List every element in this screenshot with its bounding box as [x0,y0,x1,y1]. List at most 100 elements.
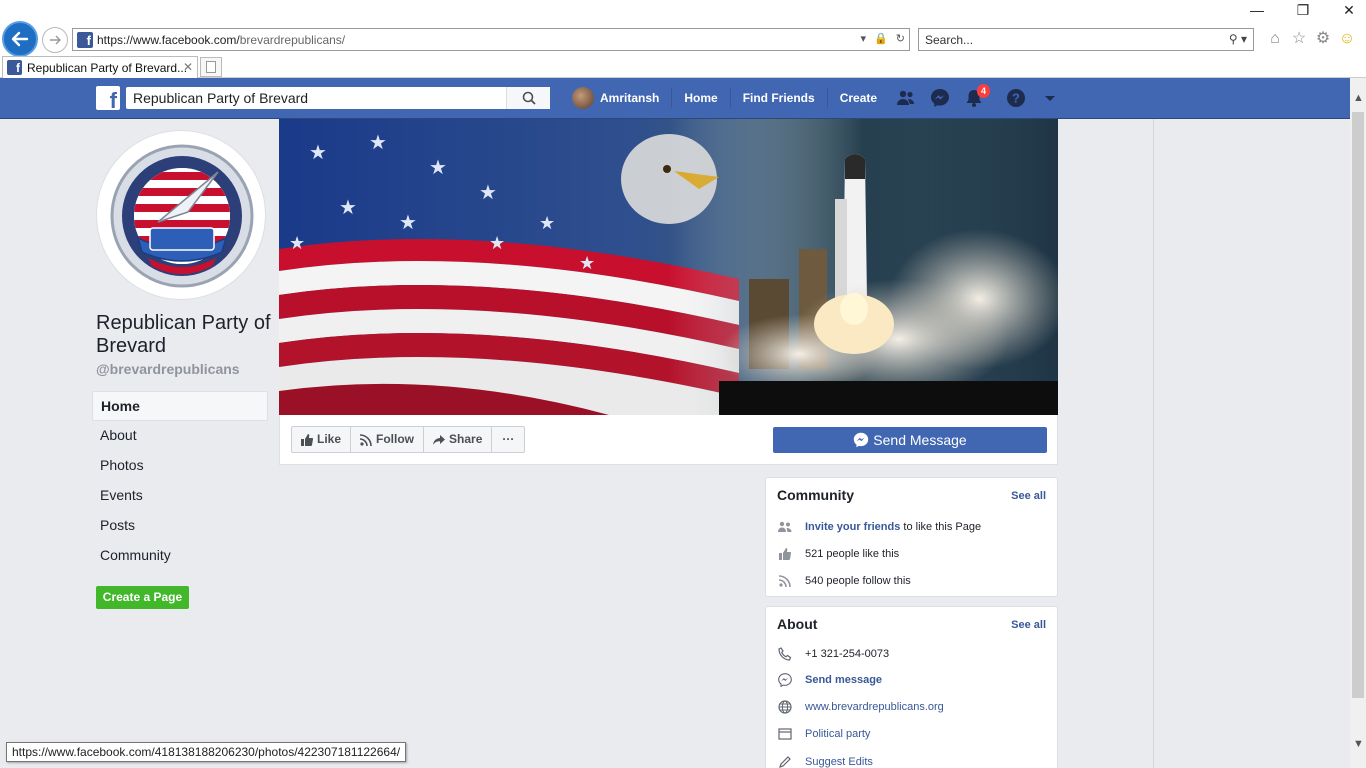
community-likes-row: 521 people like this [777,545,899,563]
arrow-right-icon [50,35,61,45]
category-link[interactable]: Political party [805,728,870,740]
notification-badge: 4 [977,84,991,98]
friends-icon [897,90,915,105]
search-placeholder: Search... [925,33,974,47]
nav-find-friends[interactable]: Find Friends [731,88,828,108]
rss-icon [777,573,793,589]
close-icon[interactable]: ✕ [1338,2,1360,19]
refresh-icon[interactable]: ↻ [896,32,905,45]
scroll-thumb[interactable] [1352,112,1364,698]
right-rail [1153,119,1350,768]
suggest-edits-link[interactable]: Suggest Edits [805,756,873,768]
facebook-logo-icon[interactable]: f [96,86,120,112]
left-nav-photos[interactable]: Photos [92,451,268,481]
about-card: About See all +1 321-254-0073 Send messa… [765,606,1058,768]
community-card: Community See all Invite your friends to… [765,477,1058,597]
more-options-button[interactable]: ··· [492,427,524,452]
messenger-icon [931,89,950,107]
page-title[interactable]: Republican Party of Brevard [96,312,276,358]
address-url[interactable]: https://www.facebook.com/brevardrepublic… [97,33,345,47]
home-icon[interactable]: ⌂ [1266,30,1284,48]
page-profile-picture[interactable] [96,130,266,300]
left-nav-events[interactable]: Events [92,481,268,511]
status-bar-url: https://www.facebook.com/418138188206230… [6,742,407,762]
scroll-up-icon[interactable]: ▲ [1353,92,1364,104]
left-nav-home[interactable]: Home [92,391,268,421]
browser-tab[interactable]: f Republican Party of Brevard... ✕ [2,56,198,78]
arrow-left-icon [11,31,29,47]
fb-search-value: Republican Party of Brevard [133,90,309,106]
messenger-icon [777,672,793,688]
nav-home[interactable]: Home [672,88,731,108]
restore-icon[interactable]: ❐ [1292,2,1314,19]
forward-button[interactable] [42,27,68,53]
help-button[interactable]: ? [999,78,1033,118]
nav-create[interactable]: Create [828,88,889,108]
send-message-label: Send Message [873,432,967,448]
page-handle[interactable]: @brevardrepublicans [96,361,240,377]
like-label: Like [317,432,342,446]
more-dots-icon: ··· [502,432,515,446]
left-nav-posts[interactable]: Posts [92,511,268,541]
likes-count-text: 521 people like this [805,548,900,560]
question-icon: ? [1007,89,1026,107]
invite-friends-text: to like this Page [903,521,982,533]
invite-friends-link[interactable]: Invite your friends [805,521,900,533]
account-menu-button[interactable] [1033,78,1067,118]
messenger-icon [854,432,869,448]
smiley-icon[interactable]: ☺ [1338,30,1356,48]
back-button[interactable] [2,21,38,57]
lock-icon[interactable]: 🔒 [874,32,888,45]
browser-search-input[interactable]: Search... ⚲ ▾ [918,28,1254,51]
url-host: https://www.facebook.com/ [97,33,240,47]
tab-close-icon[interactable]: ✕ [183,60,193,74]
search-icon[interactable]: ⚲ ▾ [1229,32,1247,46]
url-path: brevardrepublicans/ [239,33,346,47]
dropdown-arrow-icon[interactable]: ▾ [861,32,867,45]
brec-logo-icon [110,144,254,288]
messenger-button[interactable] [923,78,957,118]
about-title: About [777,616,818,632]
about-category-row: Political party [777,725,870,743]
notifications-button[interactable]: 4 [957,78,991,118]
about-send-message-link[interactable]: Send message [805,674,882,686]
fb-search-button[interactable] [506,87,550,109]
about-phone-row: +1 321-254-0073 [777,645,889,663]
cover-photo[interactable]: ★★ ★★ ★★ ★★ ★★ [279,119,1058,415]
follow-label: Follow [376,432,415,446]
new-tab-button[interactable] [200,57,222,77]
thumbs-up-icon [301,433,313,446]
page-action-bar: Like Follow Share ··· Send Message [279,415,1058,465]
search-icon [522,91,536,105]
community-follows-row: 540 people follow this [777,572,911,590]
caret-down-icon [1045,96,1056,101]
browser-toolbar: — ❐ ✕ f https://www.facebook.com/brevard… [0,0,1366,57]
about-suggest-row: Suggest Edits [777,753,873,768]
left-nav-community[interactable]: Community [92,541,268,571]
address-bar[interactable]: f https://www.facebook.com/brevardrepubl… [72,28,910,51]
website-link[interactable]: www.brevardrepublicans.org [805,701,944,713]
like-button[interactable]: Like [292,427,352,452]
follow-button[interactable]: Follow [351,427,425,452]
create-page-button[interactable]: Create a Page [96,586,189,609]
friend-requests-button[interactable] [889,78,923,118]
scroll-down-icon[interactable]: ▼ [1353,738,1364,750]
share-arrow-icon [433,434,446,445]
facebook-favicon-icon: f [77,32,93,48]
avatar[interactable] [572,87,594,109]
minimize-icon[interactable]: — [1246,2,1268,19]
star-icon[interactable]: ☆ [1290,30,1308,48]
cover-photo-image: ★★ ★★ ★★ ★★ ★★ [279,119,1058,415]
community-see-all-link[interactable]: See all [1011,490,1046,502]
globe-icon [777,699,793,715]
nav-profile-name[interactable]: Amritansh [600,88,673,108]
community-title: Community [777,487,854,503]
left-nav-about[interactable]: About [92,421,268,451]
share-button[interactable]: Share [424,427,493,452]
send-message-button[interactable]: Send Message [773,427,1047,453]
gear-icon[interactable]: ⚙ [1314,30,1332,48]
scrollbar[interactable]: ▲ ▼ [1350,78,1366,768]
about-see-all-link[interactable]: See all [1011,619,1046,631]
fb-search-input[interactable]: Republican Party of Brevard [126,87,550,109]
share-label: Share [449,432,483,446]
